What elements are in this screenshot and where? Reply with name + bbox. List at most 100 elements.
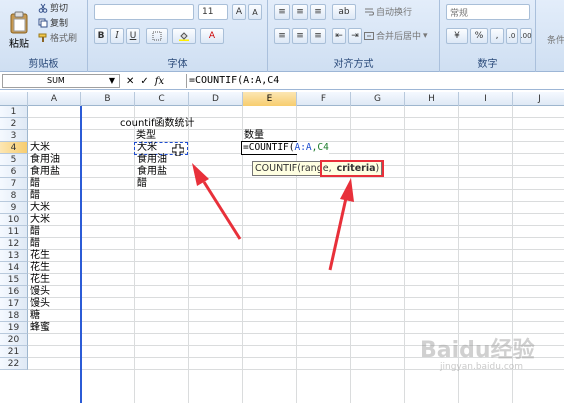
enter-icon[interactable]: ✓ (140, 76, 148, 87)
row-header-11[interactable]: 11 (0, 226, 28, 238)
alignment-group-label: 对齐方式 (333, 59, 374, 70)
wrap-icon (365, 8, 374, 15)
merge-center-button[interactable]: 合并后居中 ▾ (364, 28, 428, 43)
row-header-7[interactable]: 7 (0, 178, 28, 190)
arrowhead-to-C4 (192, 163, 209, 186)
format-painter-button[interactable]: 格式刷 (38, 30, 77, 45)
row-header-12[interactable]: 12 (0, 238, 28, 250)
font-group: 11 A A B I U A 字体 (88, 0, 268, 72)
column-headers: ABCDEFGHIJ (0, 92, 564, 106)
row-header-15[interactable]: 15 (0, 274, 28, 286)
paste-icon (10, 11, 28, 34)
border-icon (152, 31, 162, 41)
merge-icon (364, 31, 374, 40)
align-right-button[interactable]: ≡ (310, 28, 326, 44)
styles-group: 条件 (536, 0, 564, 72)
column-header-F[interactable]: F (297, 92, 351, 106)
row-header-5[interactable]: 5 (0, 154, 28, 166)
orientation-button[interactable]: ab (332, 4, 356, 20)
wrap-text-button[interactable]: 自动换行 (364, 4, 412, 19)
align-middle-button[interactable]: ≡ (292, 4, 308, 20)
row-header-10[interactable]: 10 (0, 214, 28, 226)
column-header-G[interactable]: G (351, 92, 405, 106)
scissors-icon (38, 3, 48, 13)
column-a-border (80, 106, 82, 403)
italic-button[interactable]: I (110, 28, 124, 44)
row-header-2[interactable]: 2 (0, 118, 28, 130)
align-center-button[interactable]: ≡ (292, 28, 308, 44)
fill-color-button[interactable] (172, 28, 196, 44)
font-group-label: 字体 (167, 59, 188, 70)
name-box-dropdown-icon[interactable]: ▼ (109, 75, 115, 87)
row-header-9[interactable]: 9 (0, 202, 28, 214)
number-group: 常规 ¥ % , .0 .00 数字 (440, 0, 536, 72)
alignment-group: ≡ ≡ ≡ ab 自动换行 ≡ ≡ ≡ ⇤ ⇥ 合并后居中 ▾ 对齐方式 (268, 0, 440, 72)
row-header-18[interactable]: 18 (0, 310, 28, 322)
row-header-8[interactable]: 8 (0, 190, 28, 202)
borders-button[interactable] (146, 28, 168, 44)
row-header-19[interactable]: 19 (0, 322, 28, 334)
arrow-to-criteria (328, 197, 348, 271)
row-header-22[interactable]: 22 (0, 358, 28, 370)
column-header-I[interactable]: I (459, 92, 513, 106)
conditional-format-button[interactable]: 条件 (540, 6, 564, 46)
increase-decimal-button[interactable]: .0 (506, 28, 518, 44)
font-color-button[interactable]: A (200, 28, 224, 44)
ribbon: 粘贴 剪切 复制 格式刷 剪贴板 11 A A B I U A 字体 ≡ ≡ ≡… (0, 0, 564, 72)
number-group-label: 数字 (477, 59, 498, 70)
baidu-watermark: Baidu经验 (420, 338, 535, 363)
arrow-to-C4 (202, 181, 242, 240)
align-bottom-button[interactable]: ≡ (310, 4, 326, 20)
paintbrush-icon (38, 33, 47, 42)
row-header-14[interactable]: 14 (0, 262, 28, 274)
column-header-D[interactable]: D (189, 92, 243, 106)
currency-button[interactable]: ¥ (446, 28, 468, 44)
align-top-button[interactable]: ≡ (274, 4, 290, 20)
comma-button[interactable]: , (490, 28, 504, 44)
clipboard-group-label: 剪贴板 (28, 59, 59, 70)
cut-button[interactable]: 剪切 (38, 0, 68, 15)
underline-button[interactable]: U (126, 28, 140, 44)
row-header-17[interactable]: 17 (0, 298, 28, 310)
copy-icon (38, 18, 48, 27)
insert-function-icon[interactable]: fx (155, 76, 164, 87)
fill-bucket-icon (179, 32, 189, 41)
column-header-B[interactable]: B (81, 92, 135, 106)
arrowhead-to-criteria (340, 178, 354, 202)
row-header-13[interactable]: 13 (0, 250, 28, 262)
baidu-watermark-url: jingyan.baidu.com (440, 362, 524, 372)
copy-button[interactable]: 复制 (38, 15, 68, 30)
paste-button[interactable]: 粘贴 (4, 2, 34, 50)
align-left-button[interactable]: ≡ (274, 28, 290, 44)
formula-bar: SUM ▼ ✕ ✓ fx =COUNTIF(A:A,C4 (0, 73, 564, 90)
shrink-font-button[interactable]: A (248, 4, 262, 20)
clipboard-group: 粘贴 剪切 复制 格式刷 剪贴板 (0, 0, 88, 72)
row-header-20[interactable]: 20 (0, 334, 28, 346)
formula-buttons: ✕ ✓ fx (126, 74, 181, 88)
row-header-6[interactable]: 6 (0, 166, 28, 178)
number-format-select[interactable]: 常规 (446, 4, 530, 20)
column-header-C[interactable]: C (135, 92, 189, 106)
row-header-16[interactable]: 16 (0, 286, 28, 298)
column-header-H[interactable]: H (405, 92, 459, 106)
decrease-decimal-button[interactable]: .00 (520, 28, 532, 44)
font-size-select[interactable]: 11 (198, 4, 228, 20)
increase-indent-button[interactable]: ⇥ (348, 28, 362, 44)
bold-button[interactable]: B (94, 28, 108, 44)
worksheet-grid[interactable]: countif函数统计 类型 数量 大米 食用油 食用盐 醋 醋 大米 大米 醋… (28, 106, 564, 403)
percent-button[interactable]: % (470, 28, 488, 44)
cancel-icon[interactable]: ✕ (126, 76, 134, 87)
column-header-A[interactable]: A (28, 92, 81, 106)
formula-input[interactable]: =COUNTIF(A:A,C4 (186, 74, 564, 88)
column-header-E[interactable]: E (243, 92, 297, 106)
name-box[interactable]: SUM ▼ (2, 74, 120, 88)
font-name-select[interactable] (94, 4, 194, 20)
grow-font-button[interactable]: A (232, 4, 246, 20)
row-header-3[interactable]: 3 (0, 130, 28, 142)
column-header-J[interactable]: J (513, 92, 564, 106)
decrease-indent-button[interactable]: ⇤ (332, 28, 346, 44)
select-all-corner[interactable] (0, 92, 28, 106)
row-header-1[interactable]: 1 (0, 106, 28, 118)
row-header-21[interactable]: 21 (0, 346, 28, 358)
row-header-4[interactable]: 4 (0, 142, 28, 154)
